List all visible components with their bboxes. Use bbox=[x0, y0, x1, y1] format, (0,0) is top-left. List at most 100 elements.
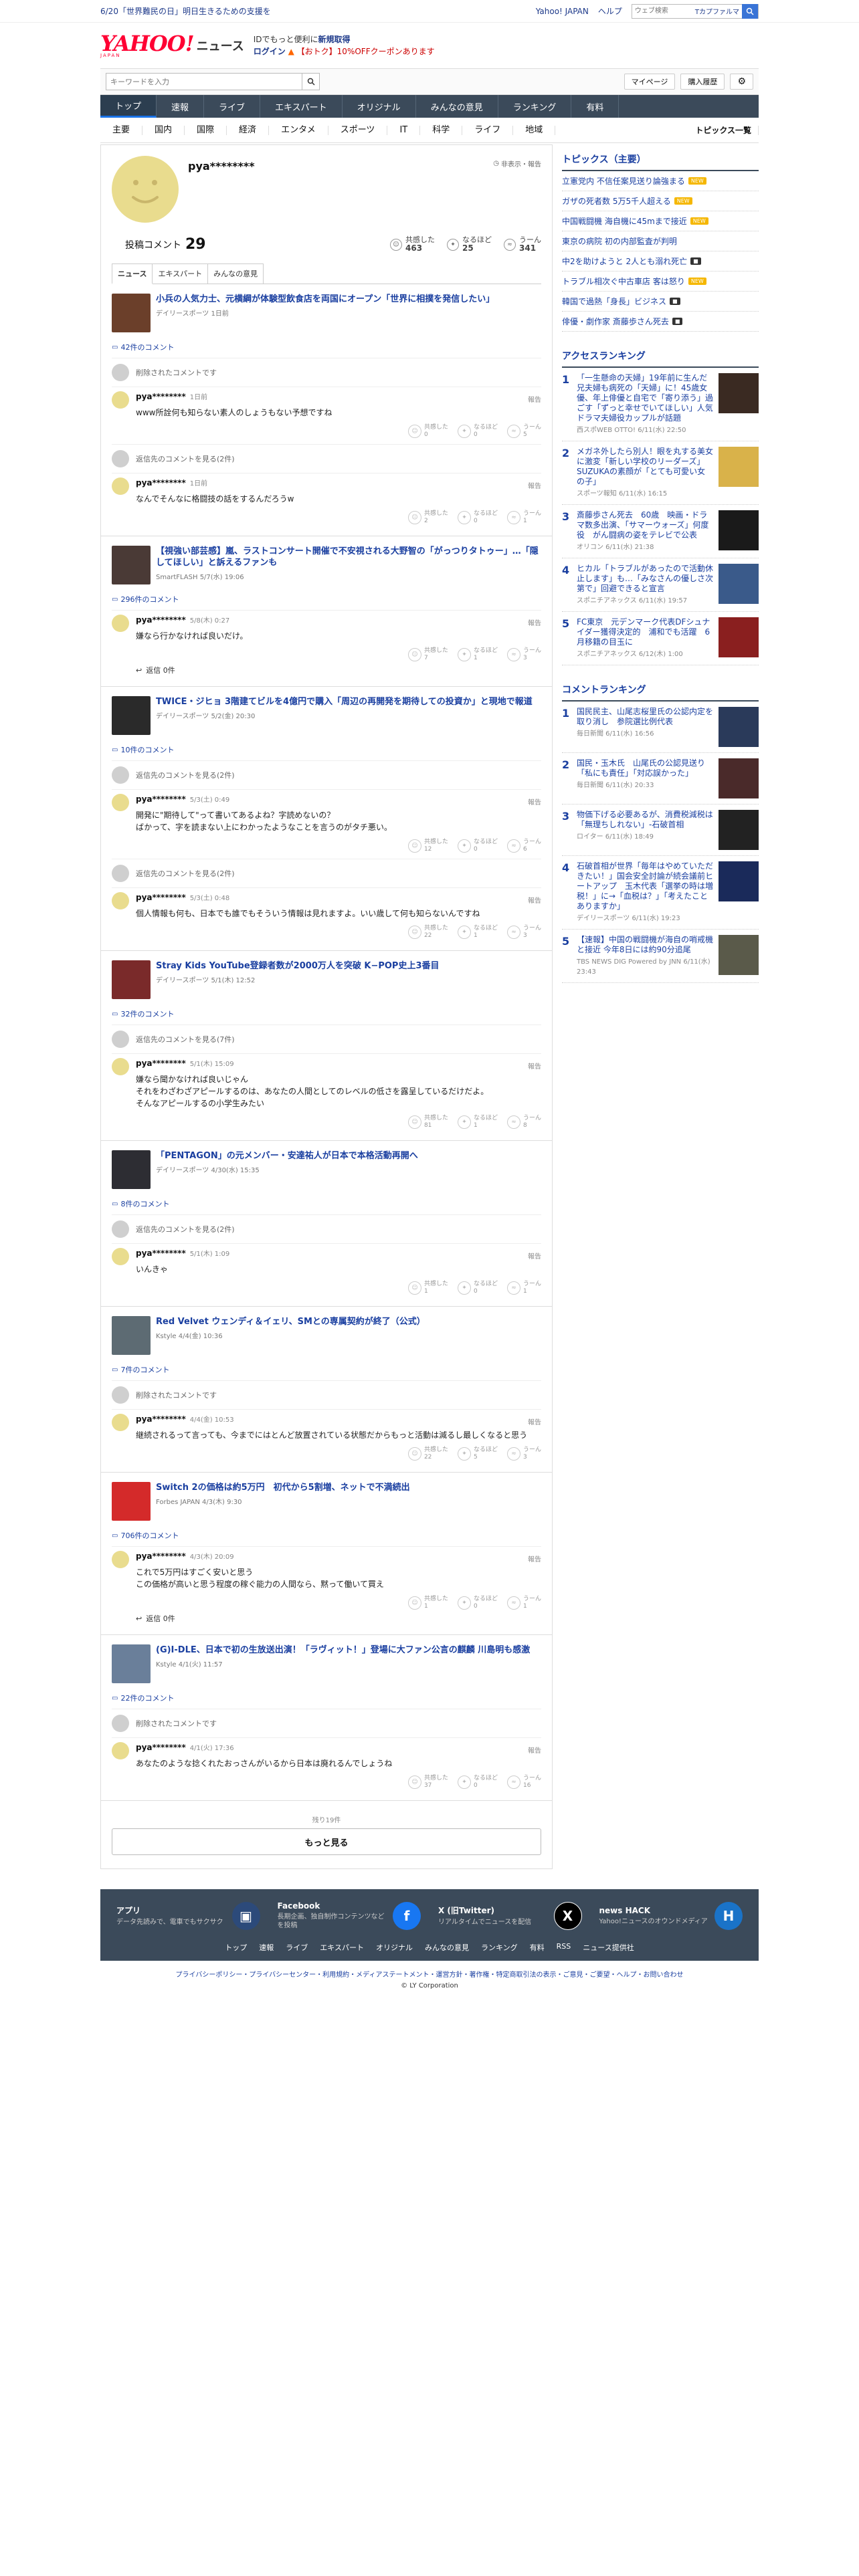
cat-world[interactable]: 国際 bbox=[185, 125, 227, 135]
hmm-button[interactable]: ≈ うーん 8 bbox=[506, 1115, 541, 1130]
report-link[interactable]: 報告 bbox=[528, 617, 541, 627]
comment-count-link[interactable]: ▭ 706件のコメント bbox=[112, 1530, 541, 1541]
deleted-comment[interactable]: 削除されたコメントです bbox=[112, 358, 541, 387]
empathy-button[interactable]: ☺ 共感した 1 bbox=[407, 1596, 448, 1610]
comment-username[interactable]: pya******** bbox=[136, 794, 186, 804]
deleted-comment[interactable]: 返信先のコメントを見る(2件) bbox=[112, 444, 541, 473]
gnav-expert[interactable]: エキスパート bbox=[260, 95, 343, 118]
topic-item[interactable]: 俳優・劇作家 斎藤歩さん死去 ■ bbox=[562, 312, 759, 332]
article-title[interactable]: Switch 2の価格は約5万円 初代から5割増、ネットで不満続出 bbox=[156, 1482, 410, 1493]
register-link[interactable]: 新規取得 bbox=[318, 35, 351, 44]
topic-item[interactable]: ガザの死者数 5万5千人超える NEW bbox=[562, 191, 759, 211]
insight-button[interactable]: ✦ なるほど 0 bbox=[457, 1775, 498, 1790]
keyword-input[interactable] bbox=[106, 74, 302, 90]
empathy-button[interactable]: ☺ 共感した 22 bbox=[407, 925, 448, 940]
footer-nav-link[interactable]: 速報 bbox=[259, 1942, 274, 1953]
article-thumbnail[interactable] bbox=[112, 1150, 151, 1189]
report-link[interactable]: 報告 bbox=[528, 1061, 541, 1071]
tab-opinion[interactable]: みんなの意見 bbox=[207, 263, 264, 284]
footer-nav-link[interactable]: RSS bbox=[557, 1942, 571, 1953]
report-link[interactable]: 報告 bbox=[528, 895, 541, 905]
comment-count-link[interactable]: ▭ 10件のコメント bbox=[112, 744, 541, 755]
article-title[interactable]: Red Velvet ウェンディ＆イェリ、SMとの専属契約が終了（公式） bbox=[156, 1316, 425, 1327]
cat-it[interactable]: IT bbox=[387, 125, 421, 135]
deleted-comment[interactable]: 返信先のコメントを見る(7件) bbox=[112, 1025, 541, 1053]
web-search-option[interactable]: Tカプファルマ bbox=[692, 6, 742, 16]
hmm-button[interactable]: ≈ うーん 3 bbox=[506, 925, 541, 940]
topic-item[interactable]: 東京の病院 初の内部監査が判明 bbox=[562, 231, 759, 251]
article-thumbnail[interactable] bbox=[112, 294, 151, 332]
web-search-input[interactable] bbox=[632, 4, 692, 18]
access-ranking-item[interactable]: 1 「一生懸命の天婦」19年前に生んだ兄夫婦も病死の「天婦」に！45歳女優、年上俳… bbox=[562, 368, 759, 441]
article-thumbnail[interactable] bbox=[112, 1644, 151, 1683]
article-title[interactable]: 小兵の人気力士、元横綱が体験型飲食店を両国にオープン「世界に相撲を発信したい」 bbox=[156, 294, 494, 305]
cat-sports[interactable]: スポーツ bbox=[328, 125, 388, 135]
topic-item[interactable]: 中2を助けようと 2人とも溺れ死亡 ■ bbox=[562, 251, 759, 272]
coupon-link[interactable]: 【おトク】10%OFFクーポンあります bbox=[297, 47, 435, 56]
comment-username[interactable]: pya******** bbox=[136, 1059, 186, 1068]
footer-app-link[interactable]: X (旧Twitter) リアルタイムでニュースを配信 X bbox=[434, 1899, 586, 1933]
report-link[interactable]: 報告 bbox=[528, 796, 541, 807]
insight-button[interactable]: ✦ なるほど 5 bbox=[457, 1446, 498, 1461]
hmm-button[interactable]: ≈ うーん 5 bbox=[506, 424, 541, 439]
comment-ranking-item[interactable]: 1 国民民主、山尾志桜里氏の公認内定を取り消し 参院選比例代表 毎日新聞 6/11(… bbox=[562, 702, 759, 753]
comment-count-link[interactable]: ▭ 42件のコメント bbox=[112, 342, 541, 352]
footer-app-link[interactable]: アプリ データ先読みで、電車でもサクサク ▣ bbox=[112, 1899, 264, 1933]
gnav-live[interactable]: ライブ bbox=[204, 95, 261, 118]
cat-domestic[interactable]: 国内 bbox=[142, 125, 185, 135]
empathy-button[interactable]: ☺ 共感した 12 bbox=[407, 839, 448, 853]
article-thumbnail[interactable] bbox=[112, 1482, 151, 1521]
comment-username[interactable]: pya******** bbox=[136, 392, 186, 401]
comment-username[interactable]: pya******** bbox=[136, 1551, 186, 1561]
insight-button[interactable]: ✦ なるほど 1 bbox=[457, 647, 498, 662]
hmm-button[interactable]: ≈ うーん 16 bbox=[506, 1775, 541, 1790]
comment-ranking-item[interactable]: 4 石破首相が世界「毎年はやめていただきたい！」国会安全討論が続会議前ヒートアップ… bbox=[562, 856, 759, 930]
gnav-paid[interactable]: 有料 bbox=[571, 95, 619, 118]
legal-text[interactable]: プライバシーポリシー・プライバシーセンター・利用規約・メディアステートメント・運… bbox=[100, 1970, 759, 1981]
login-link[interactable]: ログイン bbox=[254, 47, 286, 56]
promo-link[interactable]: 6/20「世界難民の日」明日生きるための支援を bbox=[100, 5, 536, 17]
empathy-button[interactable]: ☺ 共感した 22 bbox=[407, 1446, 448, 1461]
empathy-button[interactable]: ☺ 共感した 7 bbox=[407, 647, 448, 662]
footer-nav-link[interactable]: ニュース提供社 bbox=[583, 1942, 634, 1953]
article-title[interactable]: TWICE・ジヒョ 3階建てビルを4億円で購入「周辺の再開発を期待しての投資か」… bbox=[156, 696, 533, 708]
comment-username[interactable]: pya******** bbox=[136, 478, 186, 488]
gnav-opinion[interactable]: みんなの意見 bbox=[416, 95, 498, 118]
footer-nav-link[interactable]: みんなの意見 bbox=[425, 1942, 469, 1953]
cat-economy[interactable]: 経済 bbox=[227, 125, 270, 135]
article-thumbnail[interactable] bbox=[112, 960, 151, 999]
keyword-search-button[interactable] bbox=[302, 74, 319, 90]
article-title[interactable]: 【視強い部芸感】嵐、ラストコンサート開催で不安視される大野智の「がっつりタトゥー… bbox=[156, 546, 541, 568]
tab-news[interactable]: ニュース bbox=[112, 263, 153, 284]
settings-button[interactable]: ⚙ bbox=[730, 74, 753, 90]
gnav-ranking[interactable]: ランキング bbox=[498, 95, 572, 118]
deleted-comment[interactable]: 返信先のコメントを見る(2件) bbox=[112, 1214, 541, 1243]
hmm-button[interactable]: ≈ うーん 3 bbox=[506, 647, 541, 662]
tab-expert[interactable]: エキスパート bbox=[152, 263, 209, 284]
comment-ranking-item[interactable]: 5 【速報】中国の戦闘機が海自の哨戒機と接近 今年8日には約90分追尾 TBS NE… bbox=[562, 930, 759, 983]
empathy-button[interactable]: ☺ 共感した 0 bbox=[407, 424, 448, 439]
report-link[interactable]: 報告 bbox=[528, 1251, 541, 1261]
insight-button[interactable]: ✦ なるほど 0 bbox=[457, 424, 498, 439]
comment-count-link[interactable]: ▭ 8件のコメント bbox=[112, 1198, 541, 1209]
footer-nav-link[interactable]: 有料 bbox=[530, 1942, 545, 1953]
topic-item[interactable]: 韓国で過熱「身長」ビジネス ■ bbox=[562, 292, 759, 312]
comment-ranking-item[interactable]: 3 物価下げる必要あるが、消費税減税は「無理ちしれない」-石破首相 ロイター 6/1… bbox=[562, 804, 759, 856]
empathy-button[interactable]: ☺ 共感した 37 bbox=[407, 1775, 448, 1790]
web-search-button[interactable] bbox=[742, 3, 758, 19]
comment-username[interactable]: pya******** bbox=[136, 1414, 186, 1424]
cat-main[interactable]: 主要 bbox=[100, 125, 143, 135]
report-link[interactable]: 報告 bbox=[528, 1745, 541, 1755]
gnav-original[interactable]: オリジナル bbox=[343, 95, 416, 118]
topic-item[interactable]: トラブル相次ぐ中古車店 客は怒り NEW bbox=[562, 272, 759, 292]
comment-username[interactable]: pya******** bbox=[136, 615, 186, 625]
footer-nav-link[interactable]: トップ bbox=[225, 1942, 247, 1953]
gnav-breaking[interactable]: 速報 bbox=[157, 95, 205, 118]
article-thumbnail[interactable] bbox=[112, 546, 151, 584]
reply-link[interactable]: ↩ 返信 0件 bbox=[136, 1613, 541, 1624]
article-title[interactable]: (G)I-DLE、日本で初の生放送出演！「ラヴィット！」登場に大ファン公言の麒麟… bbox=[156, 1644, 530, 1656]
footer-nav-link[interactable]: オリジナル bbox=[376, 1942, 413, 1953]
comment-count-link[interactable]: ▭ 22件のコメント bbox=[112, 1693, 541, 1703]
comment-count-link[interactable]: ▭ 32件のコメント bbox=[112, 1008, 541, 1019]
topic-item[interactable]: 立憲党内 不信任案見送り論強まる NEW bbox=[562, 171, 759, 191]
